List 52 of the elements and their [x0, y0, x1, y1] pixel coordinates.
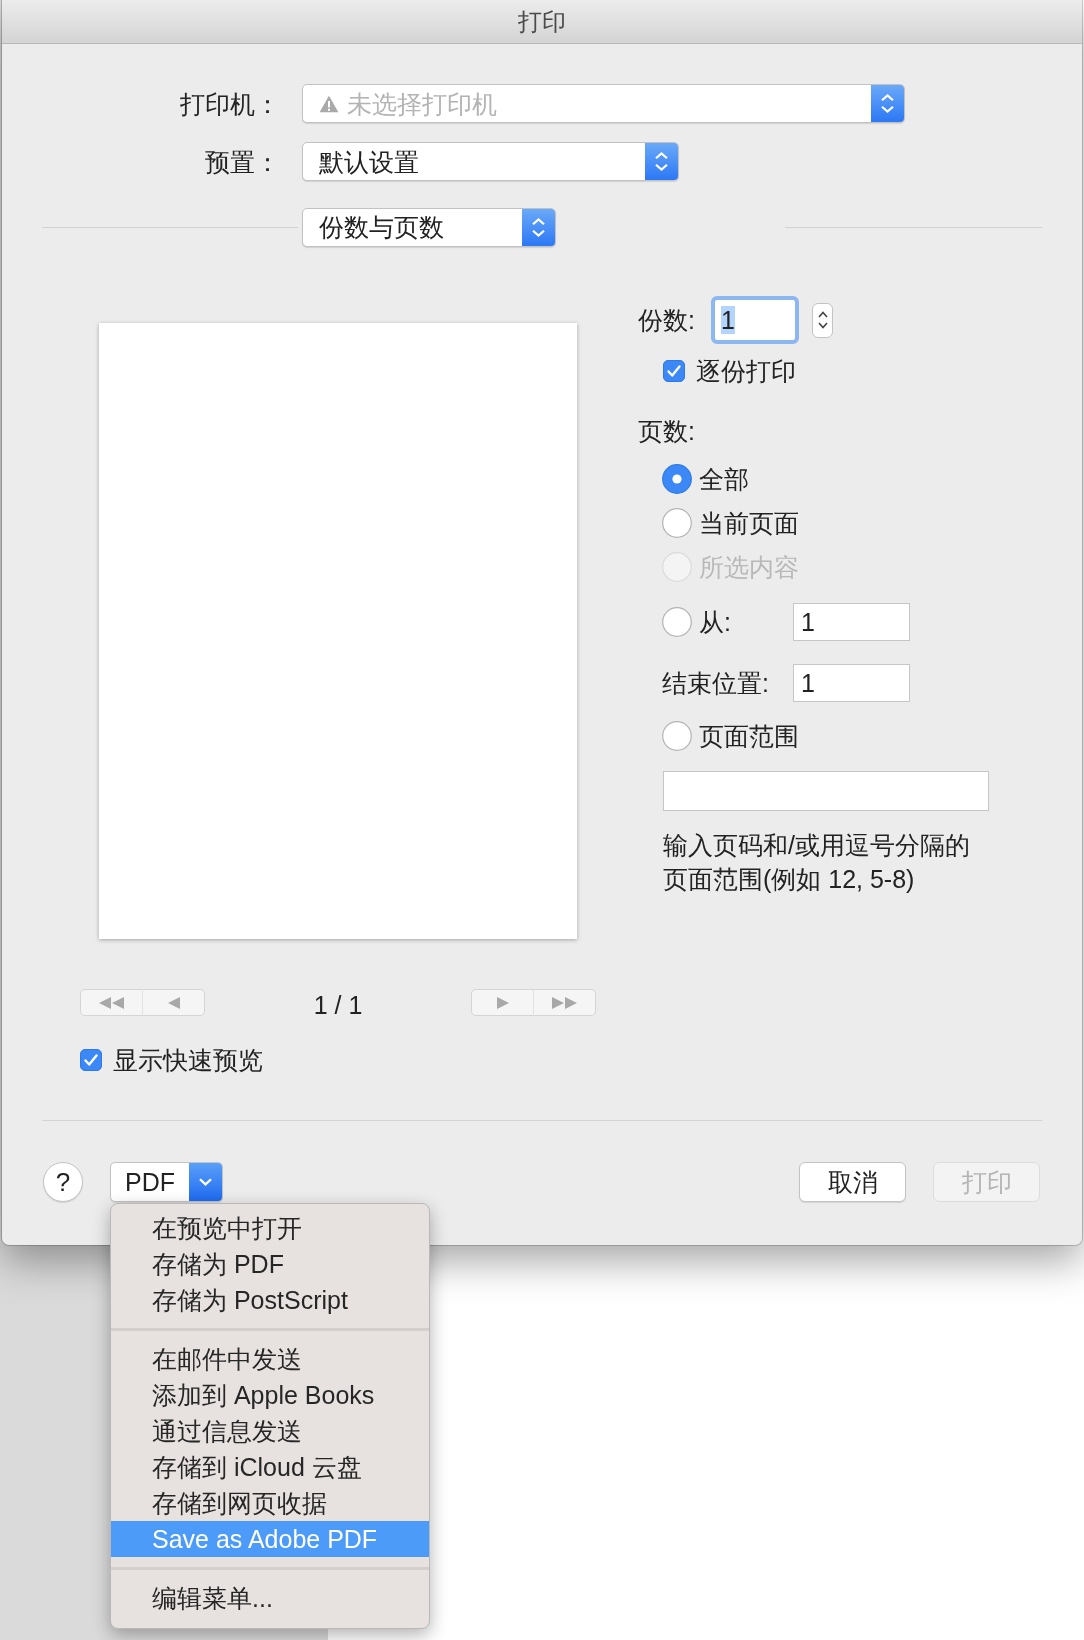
up-down-chevron-icon	[871, 85, 904, 122]
from-page-field[interactable]: 1	[793, 603, 910, 641]
menu-item[interactable]: 存储为 PostScript	[111, 1282, 429, 1318]
previous-page-button[interactable]	[142, 989, 205, 1016]
radio-label: 从:	[699, 607, 731, 637]
printer-label: 打印机：	[180, 88, 280, 119]
menu-item[interactable]: 通过信息发送	[111, 1413, 429, 1449]
menu-item[interactable]: 存储到 iCloud 云盘	[111, 1449, 429, 1485]
checkbox[interactable]	[80, 1049, 102, 1071]
to-page-field[interactable]: 1	[793, 664, 910, 702]
radio-label: 全部	[699, 464, 749, 494]
up-down-chevron-icon	[522, 208, 555, 246]
pages-label: 页数:	[638, 416, 695, 447]
dialog-button[interactable]: 取消	[799, 1162, 906, 1202]
first-page-button[interactable]	[80, 989, 143, 1016]
to-page-label: 结束位置:	[662, 668, 769, 698]
help-button[interactable]: ?	[43, 1162, 83, 1202]
radio-button[interactable]	[662, 464, 692, 494]
warning-icon	[319, 94, 339, 113]
copies-label: 份数:	[638, 305, 695, 335]
presets-label: 预置：	[205, 146, 280, 177]
checkbox-label: 显示快速预览	[113, 1045, 263, 1075]
left-triangle-icon	[167, 996, 180, 1009]
section-popup[interactable]: 份数与页数	[302, 207, 556, 247]
presets-popup[interactable]: 默认设置	[302, 142, 679, 181]
menu-item[interactable]: 在邮件中发送	[111, 1341, 429, 1377]
radio-label: 当前页面	[699, 508, 799, 538]
menu-item[interactable]: 添加到 Apple Books	[111, 1377, 429, 1413]
next-page-button[interactable]	[471, 989, 534, 1016]
copies-stepper[interactable]	[812, 302, 833, 338]
radio-button[interactable]	[662, 721, 692, 751]
page-range-field[interactable]	[663, 771, 989, 811]
up-down-chevron-icon	[645, 143, 678, 180]
page-range-hint: 输入页码和/或用逗号分隔的页面范围(例如 12, 5-8)	[663, 830, 971, 895]
radio-button[interactable]	[662, 508, 692, 538]
checkbox-label: 逐份打印	[696, 356, 796, 386]
double-right-triangle-icon	[551, 996, 578, 1009]
radio-button[interactable]	[662, 607, 692, 637]
menu-item[interactable]: 存储到网页收据	[111, 1485, 429, 1521]
checkbox[interactable]	[663, 360, 685, 382]
menu-item[interactable]: 在预览中打开	[111, 1210, 429, 1246]
last-page-button[interactable]	[533, 989, 596, 1016]
menu-item[interactable]: 存储为 PDF	[111, 1246, 429, 1282]
radio-label: 页面范围	[699, 721, 799, 751]
double-left-triangle-icon	[98, 996, 125, 1009]
menu-item[interactable]: 编辑菜单...	[111, 1580, 429, 1616]
pdf-menu-button[interactable]: PDF	[110, 1162, 223, 1202]
chevron-down-icon	[189, 1163, 222, 1201]
right-triangle-icon	[496, 996, 509, 1009]
copies-field[interactable]: 1	[711, 296, 799, 344]
window-title: 打印	[518, 6, 566, 37]
page-indicator: 1 / 1	[313, 989, 363, 1020]
